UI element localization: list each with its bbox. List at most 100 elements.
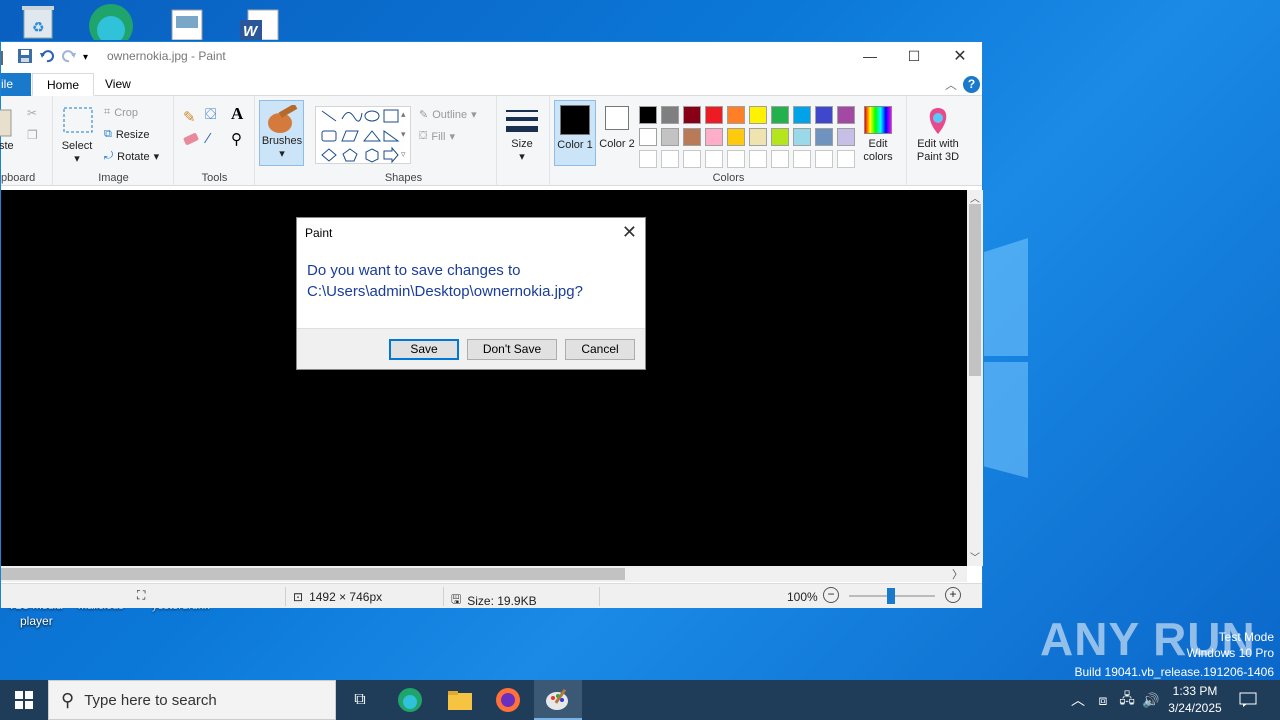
edit-colors-button[interactable]: Edit colors [857,104,903,166]
palette-swatch[interactable] [661,128,679,146]
tab-view[interactable]: View [91,73,145,96]
scroll-right-icon[interactable]: 〉 [952,566,963,582]
palette-swatch[interactable] [793,128,811,146]
palette-swatch[interactable] [793,106,811,124]
task-view-button[interactable]: ⧉ [336,680,384,720]
tab-home[interactable]: Home [32,73,95,96]
word-doc-icon[interactable]: W [238,0,282,41]
eraser-icon[interactable] [183,132,199,149]
vertical-scrollbar[interactable]: ︿ ﹀ [967,190,983,566]
palette-swatch[interactable] [771,150,789,168]
palette-swatch[interactable] [749,106,767,124]
palette-swatch[interactable] [683,150,701,168]
shapes-scroll-icon[interactable]: ▴ ▾ ▿ [401,104,406,164]
palette-swatch[interactable] [727,150,745,168]
help-icon[interactable]: ? [963,76,980,93]
palette-swatch[interactable] [837,150,855,168]
close-button[interactable]: ✕ [937,42,983,70]
scroll-up-icon[interactable]: ︿ [970,190,980,205]
palette-swatch[interactable] [639,128,657,146]
taskbar-file-explorer[interactable] [436,680,484,720]
dont-save-button[interactable]: Don't Save [467,339,557,360]
magnifier-icon[interactable]: ⚲ [231,130,242,148]
select-button[interactable]: Select ▾ [60,140,94,166]
tab-file[interactable]: ile [1,73,31,96]
paint3d-icon[interactable] [924,106,952,139]
resize-button[interactable]: ⧉ Resize [104,128,149,141]
cancel-button[interactable]: Cancel [565,339,635,360]
palette-swatch[interactable] [661,106,679,124]
palette-swatch[interactable] [749,150,767,168]
taskbar-paint[interactable] [534,680,582,720]
minimize-button[interactable]: — [847,42,893,70]
palette-swatch[interactable] [683,106,701,124]
maximize-button[interactable]: ☐ [891,42,937,70]
outline-button[interactable]: ✎ Outline ▾ [419,108,477,122]
palette-swatch[interactable] [771,128,789,146]
scroll-down-icon[interactable]: ﹀ [970,549,980,564]
show-hidden-icons[interactable]: ︿ [1068,680,1088,720]
zoom-slider-thumb[interactable] [887,588,895,604]
brushes-button[interactable]: Brushes ▾ [259,100,304,166]
zoom-out-icon[interactable]: − [823,587,839,603]
edit-with-paint3d-button[interactable]: Edit with Paint 3D [910,138,966,164]
palette-swatch[interactable] [815,128,833,146]
palette-swatch[interactable] [705,106,723,124]
tray-app-icon[interactable]: ⧈ [1092,680,1114,720]
vertical-scroll-thumb[interactable] [969,204,981,376]
customize-qat-icon[interactable]: ▾ [83,52,88,63]
redo-icon[interactable] [61,48,77,67]
minimize-ribbon-icon[interactable]: ︿ [945,76,957,93]
image-file-icon[interactable] [168,0,212,41]
palette-swatch[interactable] [661,150,679,168]
cut-icon[interactable]: ✂ [27,106,37,120]
volume-icon[interactable]: 🔊 [1140,680,1162,720]
palette-swatch[interactable] [639,150,657,168]
notifications-button[interactable] [1234,680,1262,720]
color2-button[interactable]: Color 2 [597,100,637,166]
fill-button[interactable]: ⛋ Fill ▾ [419,130,455,143]
horizontal-scrollbar[interactable]: 〉 [1,566,967,582]
palette-swatch[interactable] [705,128,723,146]
save-button[interactable]: Save [389,339,459,360]
palette-swatch[interactable] [837,106,855,124]
crop-button[interactable]: ⌗ Crop [104,106,138,119]
palette-swatch[interactable] [749,128,767,146]
undo-icon[interactable] [39,48,55,67]
taskbar-clock[interactable]: 1:33 PM 3/24/2025 [1160,683,1230,717]
palette-swatch[interactable] [705,150,723,168]
taskbar-firefox[interactable] [484,680,532,720]
shapes-gallery[interactable] [315,106,411,164]
save-icon[interactable] [17,48,33,67]
zoom-in-icon[interactable]: + [945,587,961,603]
color1-button[interactable]: Color 1 [554,100,596,166]
recycle-bin-icon[interactable]: ♻ [16,0,60,40]
fill-bucket-icon[interactable]: ⛋ [205,106,216,123]
color-picker-icon[interactable]: ⁄ [207,130,210,147]
paste-icon[interactable] [0,108,15,141]
taskbar-search-box[interactable]: ⚲ Type here to search [48,680,336,720]
rotate-button[interactable]: ⤾ Rotate ▾ [104,150,159,163]
taskbar-edge[interactable] [386,680,434,720]
palette-swatch[interactable] [793,150,811,168]
select-icon[interactable] [62,106,94,137]
palette-swatch[interactable] [727,106,745,124]
text-icon[interactable]: A [231,104,243,124]
palette-swatch[interactable] [837,128,855,146]
palette-swatch[interactable] [639,106,657,124]
palette-swatch[interactable] [727,128,745,146]
palette-swatch[interactable] [815,150,833,168]
size-icon[interactable] [506,110,538,139]
dialog-close-icon[interactable]: ✕ [622,222,637,243]
pencil-icon[interactable]: ✎ [183,108,196,126]
palette-swatch[interactable] [815,106,833,124]
size-button[interactable]: Size ▾ [506,138,538,164]
palette-swatch[interactable] [683,128,701,146]
network-icon[interactable]: 🖧 [1116,680,1138,720]
edge-shortcut-icon[interactable] [86,0,133,48]
start-button[interactable] [0,680,48,720]
palette-swatch[interactable] [771,106,789,124]
horizontal-scroll-thumb[interactable] [1,568,625,580]
paste-label[interactable]: ste [0,140,14,153]
copy-icon[interactable]: ❐ [27,128,38,142]
